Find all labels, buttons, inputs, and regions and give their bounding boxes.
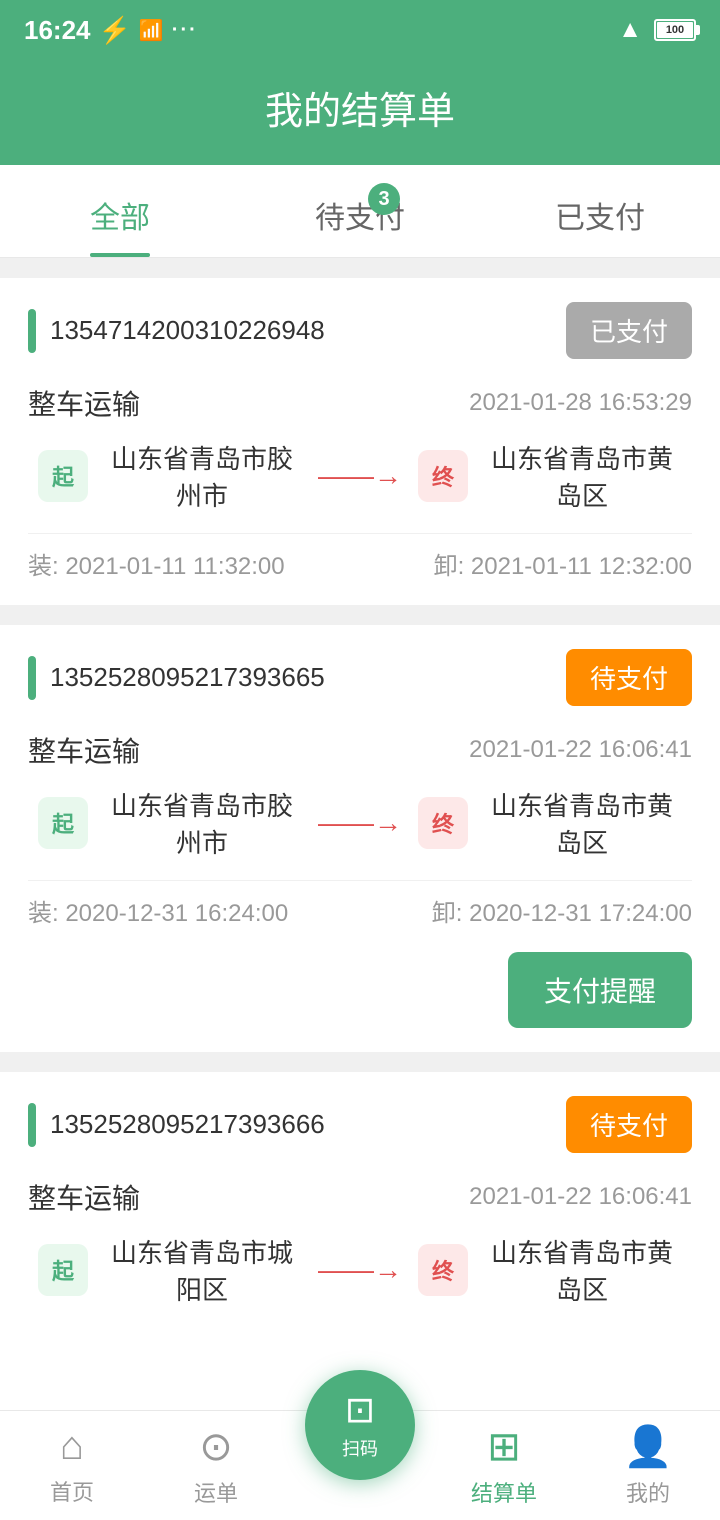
card-3-type-row: 整车运输 2021-01-22 16:06:41 xyxy=(28,1177,692,1217)
card-1-end-tag: 终 xyxy=(418,450,468,502)
card-1-end-name: 山东省青岛市黄岛区 xyxy=(482,439,682,513)
tab-pending[interactable]: 待支付 3 xyxy=(240,165,480,257)
card-2: 1352528095217393665 待支付 整车运输 2021-01-22 … xyxy=(0,625,720,1052)
more-icon: ··· xyxy=(172,19,198,42)
card-1: 1354714200310226948 已支付 整车运输 2021-01-28 … xyxy=(0,278,720,605)
card-2-type-row: 整车运输 2021-01-22 16:06:41 xyxy=(28,730,692,770)
profile-icon: 👤 xyxy=(623,1423,673,1470)
sim-icon: 📶 xyxy=(139,18,164,43)
card-2-start-tag: 起 xyxy=(38,797,88,849)
card-1-header: 1354714200310226948 已支付 xyxy=(28,302,692,359)
card-2-footer: 支付提醒 xyxy=(28,948,692,1028)
card-3-end-name: 山东省青岛市黄岛区 xyxy=(482,1233,682,1307)
battery-level: 100 xyxy=(657,22,693,38)
scan-button-wrapper: ⊡ 扫码 xyxy=(305,1370,415,1480)
card-1-start: 起 山东省青岛市胶州市 xyxy=(38,439,302,513)
scan-label: 扫码 xyxy=(342,1435,378,1461)
card-3-id-row: 1352528095217393666 xyxy=(28,1103,325,1147)
tab-paid[interactable]: 已支付 xyxy=(480,165,720,257)
card-2-transport-type: 整车运输 xyxy=(28,730,140,770)
card-2-route: 起 山东省青岛市胶州市 ——→ 终 山东省青岛市黄岛区 xyxy=(28,786,692,860)
card-3-transport-type: 整车运输 xyxy=(28,1177,140,1217)
card-2-body: 整车运输 2021-01-22 16:06:41 起 山东省青岛市胶州市 ——→… xyxy=(28,726,692,928)
card-1-body: 整车运输 2021-01-28 16:53:29 起 山东省青岛市胶州市 ——→… xyxy=(28,379,692,581)
card-1-type-row: 整车运输 2021-01-28 16:53:29 xyxy=(28,383,692,423)
content-area: 1354714200310226948 已支付 整车运输 2021-01-28 … xyxy=(0,258,720,1507)
nav-home-label: 首页 xyxy=(50,1475,94,1507)
card-2-arrow: ——→ xyxy=(318,807,402,839)
card-3-arrow: ——→ xyxy=(318,1254,402,1286)
pending-badge: 3 xyxy=(368,183,400,215)
card-3-end: 终 山东省青岛市黄岛区 xyxy=(418,1233,682,1307)
card-2-end-tag: 终 xyxy=(418,797,468,849)
card-1-id-row: 1354714200310226948 xyxy=(28,309,325,353)
card-3-indicator xyxy=(28,1103,36,1147)
scan-button[interactable]: ⊡ 扫码 xyxy=(305,1370,415,1480)
status-bar-left: 16:24 ⚡ 📶 ··· xyxy=(24,15,198,46)
card-2-start-name: 山东省青岛市胶州市 xyxy=(102,786,302,860)
card-1-id: 1354714200310226948 xyxy=(50,315,325,346)
status-time: 16:24 xyxy=(24,15,91,46)
nav-home[interactable]: ⌂ 首页 xyxy=(0,1411,144,1520)
card-3-route: 起 山东省青岛市城阳区 ——→ 终 山东省青岛市黄岛区 xyxy=(28,1233,692,1307)
card-3-status: 待支付 xyxy=(566,1096,692,1153)
card-1-arrow: ——→ xyxy=(318,460,402,492)
card-2-id-row: 1352528095217393665 xyxy=(28,656,325,700)
nav-profile[interactable]: 👤 我的 xyxy=(576,1411,720,1520)
card-3-start-name: 山东省青岛市城阳区 xyxy=(102,1233,302,1307)
charge-icon: ⚡ xyxy=(99,15,131,46)
nav-bill[interactable]: ⊞ 结算单 xyxy=(432,1411,576,1520)
card-1-load-time: 装: 2021-01-11 11:32:00 xyxy=(28,546,285,581)
nav-profile-label: 我的 xyxy=(626,1476,670,1508)
card-1-start-name: 山东省青岛市胶州市 xyxy=(102,439,302,513)
card-2-load-time: 装: 2020-12-31 16:24:00 xyxy=(28,893,288,928)
card-2-end: 终 山东省青岛市黄岛区 xyxy=(418,786,682,860)
page-header: 我的结算单 xyxy=(0,60,720,165)
card-1-time-row: 装: 2021-01-11 11:32:00 卸: 2021-01-11 12:… xyxy=(28,533,692,581)
pay-reminder-button[interactable]: 支付提醒 xyxy=(508,952,692,1028)
card-2-unload-time: 卸: 2020-12-31 17:24:00 xyxy=(432,893,692,928)
card-1-transport-type: 整车运输 xyxy=(28,383,140,423)
card-2-header: 1352528095217393665 待支付 xyxy=(28,649,692,706)
status-bar-right: ▲ 100 xyxy=(618,16,696,44)
card-2-time-row: 装: 2020-12-31 16:24:00 卸: 2020-12-31 17:… xyxy=(28,880,692,928)
card-3-date: 2021-01-22 16:06:41 xyxy=(469,1183,692,1211)
card-3-header: 1352528095217393666 待支付 xyxy=(28,1096,692,1153)
tab-all[interactable]: 全部 xyxy=(0,165,240,257)
card-2-date: 2021-01-22 16:06:41 xyxy=(469,736,692,764)
bill-icon: ⊞ xyxy=(487,1424,521,1470)
card-3-end-tag: 终 xyxy=(418,1244,468,1296)
card-3-start: 起 山东省青岛市城阳区 xyxy=(38,1233,302,1307)
card-1-route: 起 山东省青岛市胶州市 ——→ 终 山东省青岛市黄岛区 xyxy=(28,439,692,513)
card-1-date: 2021-01-28 16:53:29 xyxy=(469,389,692,417)
page-title: 我的结算单 xyxy=(0,80,720,135)
nav-waybill-label: 运单 xyxy=(194,1476,238,1508)
card-1-start-tag: 起 xyxy=(38,450,88,502)
card-2-indicator xyxy=(28,656,36,700)
nav-waybill[interactable]: ⊙ 运单 xyxy=(144,1411,288,1520)
nav-bill-label: 结算单 xyxy=(471,1476,537,1508)
wifi-icon: ▲ xyxy=(618,16,642,44)
card-2-end-name: 山东省青岛市黄岛区 xyxy=(482,786,682,860)
card-1-unload-time: 卸: 2021-01-11 12:32:00 xyxy=(434,546,692,581)
card-3-id: 1352528095217393666 xyxy=(50,1109,325,1140)
card-1-indicator xyxy=(28,309,36,353)
waybill-icon: ⊙ xyxy=(199,1424,233,1470)
card-2-id: 1352528095217393665 xyxy=(50,662,325,693)
status-bar: 16:24 ⚡ 📶 ··· ▲ 100 xyxy=(0,0,720,60)
tabs-container: 全部 待支付 3 已支付 xyxy=(0,165,720,258)
card-1-end: 终 山东省青岛市黄岛区 xyxy=(418,439,682,513)
home-icon: ⌂ xyxy=(60,1424,84,1469)
scan-icon: ⊡ xyxy=(345,1389,375,1431)
card-3-body: 整车运输 2021-01-22 16:06:41 起 山东省青岛市城阳区 ——→… xyxy=(28,1173,692,1307)
card-1-status: 已支付 xyxy=(566,302,692,359)
battery-icon: 100 xyxy=(654,19,696,41)
card-2-status: 待支付 xyxy=(566,649,692,706)
card-3-start-tag: 起 xyxy=(38,1244,88,1296)
card-2-start: 起 山东省青岛市胶州市 xyxy=(38,786,302,860)
